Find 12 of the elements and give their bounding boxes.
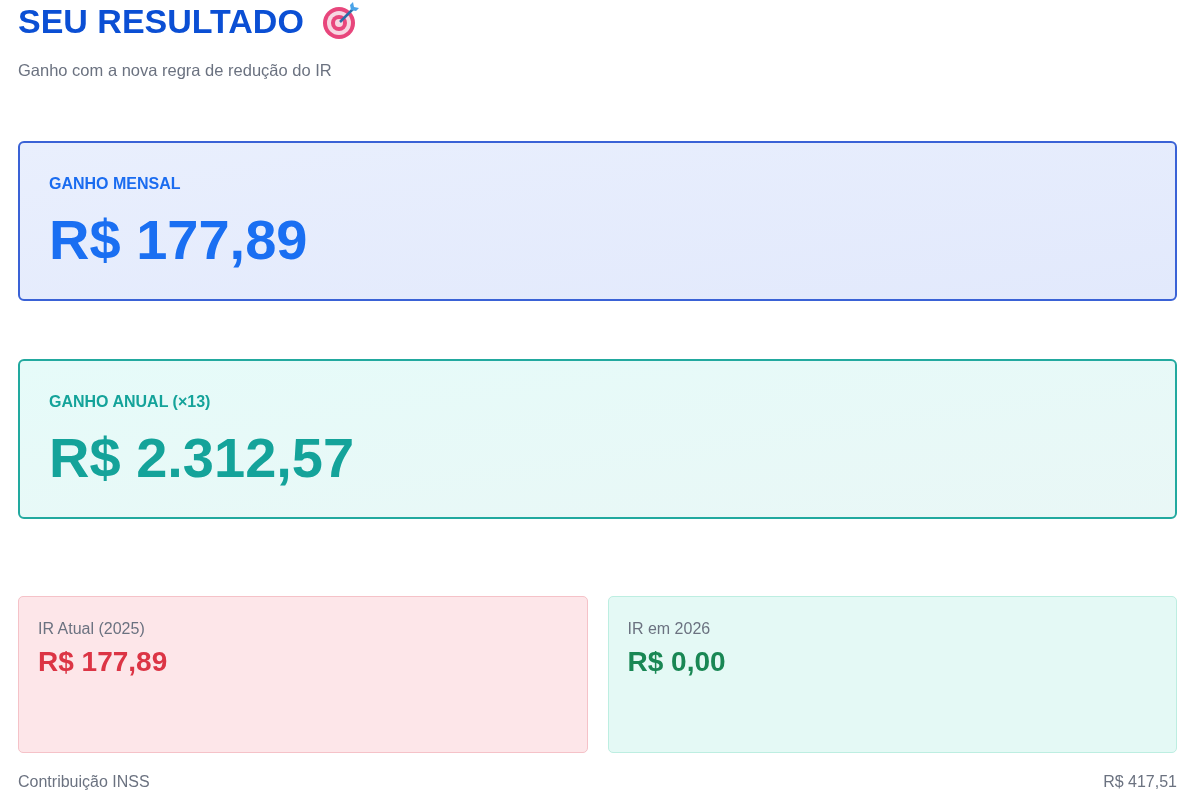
result-label: GANHO ANUAL (×13) — [49, 392, 212, 412]
detail-label: Contribuição INSS — [18, 772, 150, 792]
detail-value: R$ 417,51 — [1103, 772, 1177, 792]
tax-value: R$ 0,00 — [627, 645, 727, 679]
page-subtitle: Ganho com a nova regra de redução do IR — [18, 60, 333, 81]
result-value: R$ 177,89 — [49, 211, 309, 269]
tax-value: R$ 177,89 — [38, 645, 169, 679]
tax-label: IR Atual (2025) — [38, 619, 146, 639]
result-label: GANHO MENSAL — [49, 174, 182, 194]
page-title: SEU RESULTADO — [18, 1, 304, 42]
tax-label: IR em 2026 — [627, 619, 712, 639]
result-value: R$ 2.312,57 — [49, 429, 356, 487]
